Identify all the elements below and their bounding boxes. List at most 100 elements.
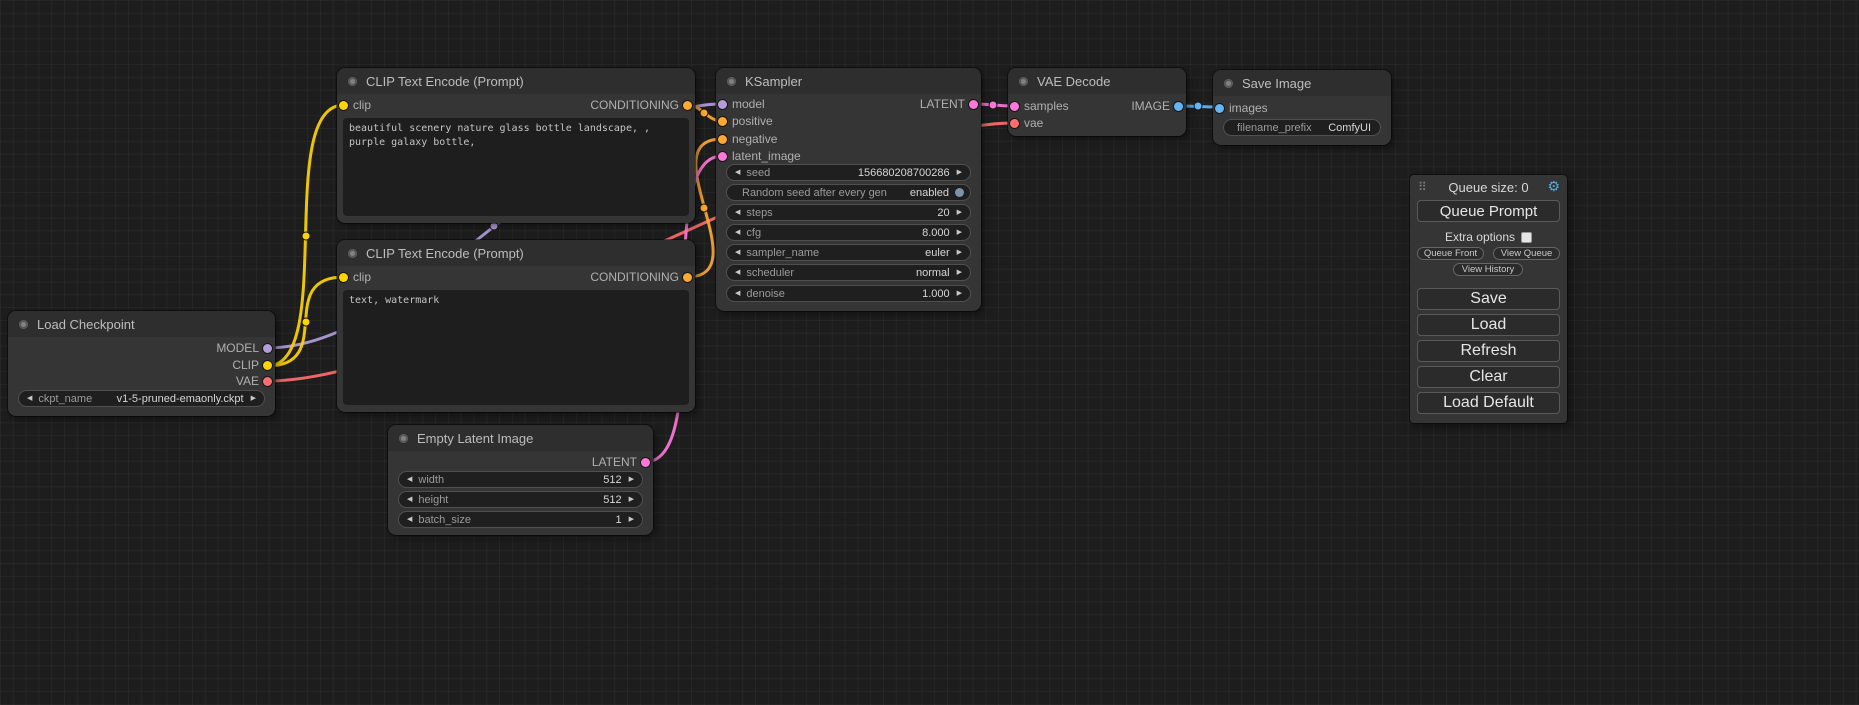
prompt-textarea[interactable]: text, watermark — [343, 290, 689, 405]
input-port-vae[interactable] — [1010, 119, 1019, 128]
extra-options-checkbox[interactable] — [1521, 232, 1532, 243]
load-default-button[interactable]: Load Default — [1417, 392, 1560, 414]
output-port-vae[interactable] — [263, 377, 272, 386]
collapse-dot[interactable] — [727, 77, 736, 86]
link-midpoint-dot — [700, 109, 708, 117]
widget-name: height — [415, 494, 603, 506]
widget-ckpt-name[interactable]: ◀ ckpt_name v1-5-pruned-emaonly.ckpt ▶ — [18, 390, 265, 407]
increment-arrow-icon[interactable]: ▶ — [626, 472, 637, 487]
decrement-arrow-icon[interactable]: ◀ — [404, 472, 415, 487]
widget-filename-prefix[interactable]: filename_prefix ComfyUI — [1223, 119, 1381, 136]
load-button[interactable]: Load — [1417, 314, 1560, 336]
increment-arrow-icon[interactable]: ▶ — [954, 225, 965, 240]
increment-arrow-icon[interactable]: ▶ — [954, 245, 965, 260]
output-label-latent: LATENT — [592, 454, 637, 470]
input-port-clip[interactable] — [339, 273, 348, 282]
widget-name: seed — [743, 167, 857, 179]
node-titlebar[interactable]: VAE Decode — [1008, 68, 1186, 94]
collapse-dot[interactable] — [19, 320, 28, 329]
decrement-arrow-icon[interactable]: ◀ — [404, 512, 415, 527]
widget-denoise[interactable]: ◀ denoise 1.000 ▶ — [726, 285, 971, 302]
decrement-arrow-icon[interactable]: ◀ — [732, 225, 743, 240]
input-port-samples[interactable] — [1010, 102, 1019, 111]
widget-name: filename_prefix — [1229, 122, 1328, 134]
node-title: CLIP Text Encode (Prompt) — [366, 246, 524, 261]
queue-prompt-button[interactable]: Queue Prompt — [1417, 200, 1560, 222]
widget-sampler-name[interactable]: ◀ sampler_name euler ▶ — [726, 244, 971, 261]
toggle-indicator-icon[interactable] — [955, 188, 964, 197]
widget-height[interactable]: ◀ height 512 ▶ — [398, 491, 643, 508]
settings-gear-icon[interactable]: ⚙ — [1547, 178, 1560, 194]
clear-button[interactable]: Clear — [1417, 366, 1560, 388]
widget-scheduler[interactable]: ◀ scheduler normal ▶ — [726, 264, 971, 281]
input-port-images[interactable] — [1215, 104, 1224, 113]
increment-arrow-icon[interactable]: ▶ — [626, 492, 637, 507]
increment-arrow-icon[interactable]: ▶ — [626, 512, 637, 527]
view-queue-button[interactable]: View Queue — [1493, 247, 1560, 260]
decrement-arrow-icon[interactable]: ◀ — [732, 165, 743, 180]
input-label-positive: positive — [732, 113, 773, 129]
increment-arrow-icon[interactable]: ▶ — [954, 165, 965, 180]
input-port-positive[interactable] — [718, 117, 727, 126]
node-titlebar[interactable]: Save Image — [1213, 70, 1391, 96]
node-titlebar[interactable]: Load Checkpoint — [8, 311, 275, 337]
widget-seed[interactable]: ◀ seed 156680208700286 ▶ — [726, 164, 971, 181]
node-titlebar[interactable]: Empty Latent Image — [388, 425, 653, 451]
widget-steps[interactable]: ◀ steps 20 ▶ — [726, 204, 971, 221]
output-port-image[interactable] — [1174, 102, 1183, 111]
output-port-latent[interactable] — [641, 458, 650, 467]
widget-name: scheduler — [743, 267, 916, 279]
widget-name: denoise — [743, 288, 922, 300]
input-label-clip: clip — [353, 269, 371, 285]
queue-front-button[interactable]: Queue Front — [1417, 247, 1484, 260]
collapse-dot[interactable] — [1019, 77, 1028, 86]
output-port-model[interactable] — [263, 344, 272, 353]
input-port-model[interactable] — [718, 100, 727, 109]
increment-arrow-icon[interactable]: ▶ — [954, 265, 965, 280]
widget-value: 512 — [603, 474, 625, 486]
prompt-textarea[interactable]: beautiful scenery nature glass bottle la… — [343, 118, 689, 216]
widget-random-seed-toggle[interactable]: Random seed after every gen enabled — [726, 184, 971, 201]
node-titlebar[interactable]: CLIP Text Encode (Prompt) — [337, 68, 695, 94]
increment-arrow-icon[interactable]: ▶ — [248, 391, 259, 406]
decrement-arrow-icon[interactable]: ◀ — [732, 286, 743, 301]
node-title: Empty Latent Image — [417, 431, 533, 446]
output-port-latent[interactable] — [969, 100, 978, 109]
comfyui-canvas[interactable]: { "nodes": { "load_checkpoint": { "title… — [0, 0, 1859, 705]
node-titlebar[interactable]: CLIP Text Encode (Prompt) — [337, 240, 695, 266]
widget-cfg[interactable]: ◀ cfg 8.000 ▶ — [726, 224, 971, 241]
collapse-dot[interactable] — [399, 434, 408, 443]
input-port-latent-image[interactable] — [718, 152, 727, 161]
widget-name: steps — [743, 207, 937, 219]
decrement-arrow-icon[interactable]: ◀ — [404, 492, 415, 507]
decrement-arrow-icon[interactable]: ◀ — [732, 205, 743, 220]
widget-value: ComfyUI — [1328, 122, 1375, 134]
collapse-dot[interactable] — [348, 249, 357, 258]
increment-arrow-icon[interactable]: ▶ — [954, 286, 965, 301]
view-history-button[interactable]: View History — [1453, 263, 1523, 276]
node-save-image: Save Image images filename_prefix ComfyU… — [1213, 70, 1391, 145]
decrement-arrow-icon[interactable]: ◀ — [24, 391, 35, 406]
output-port-clip[interactable] — [263, 361, 272, 370]
save-button[interactable]: Save — [1417, 288, 1560, 310]
collapse-dot[interactable] — [348, 77, 357, 86]
collapse-dot[interactable] — [1224, 79, 1233, 88]
node-titlebar[interactable]: KSampler — [716, 68, 981, 94]
input-port-negative[interactable] — [718, 135, 727, 144]
input-port-clip[interactable] — [339, 101, 348, 110]
output-label-conditioning: CONDITIONING — [590, 269, 679, 285]
decrement-arrow-icon[interactable]: ◀ — [732, 265, 743, 280]
widget-value: enabled — [910, 187, 953, 199]
output-port-conditioning[interactable] — [683, 273, 692, 282]
input-label-negative: negative — [732, 131, 777, 147]
widget-batch-size[interactable]: ◀ batch_size 1 ▶ — [398, 511, 643, 528]
widget-value: 1.000 — [922, 288, 954, 300]
widget-width[interactable]: ◀ width 512 ▶ — [398, 471, 643, 488]
output-port-conditioning[interactable] — [683, 101, 692, 110]
widget-value: 156680208700286 — [858, 167, 954, 179]
node-title: CLIP Text Encode (Prompt) — [366, 74, 524, 89]
decrement-arrow-icon[interactable]: ◀ — [732, 245, 743, 260]
input-label-model: model — [732, 96, 765, 112]
increment-arrow-icon[interactable]: ▶ — [954, 205, 965, 220]
refresh-button[interactable]: Refresh — [1417, 340, 1560, 362]
